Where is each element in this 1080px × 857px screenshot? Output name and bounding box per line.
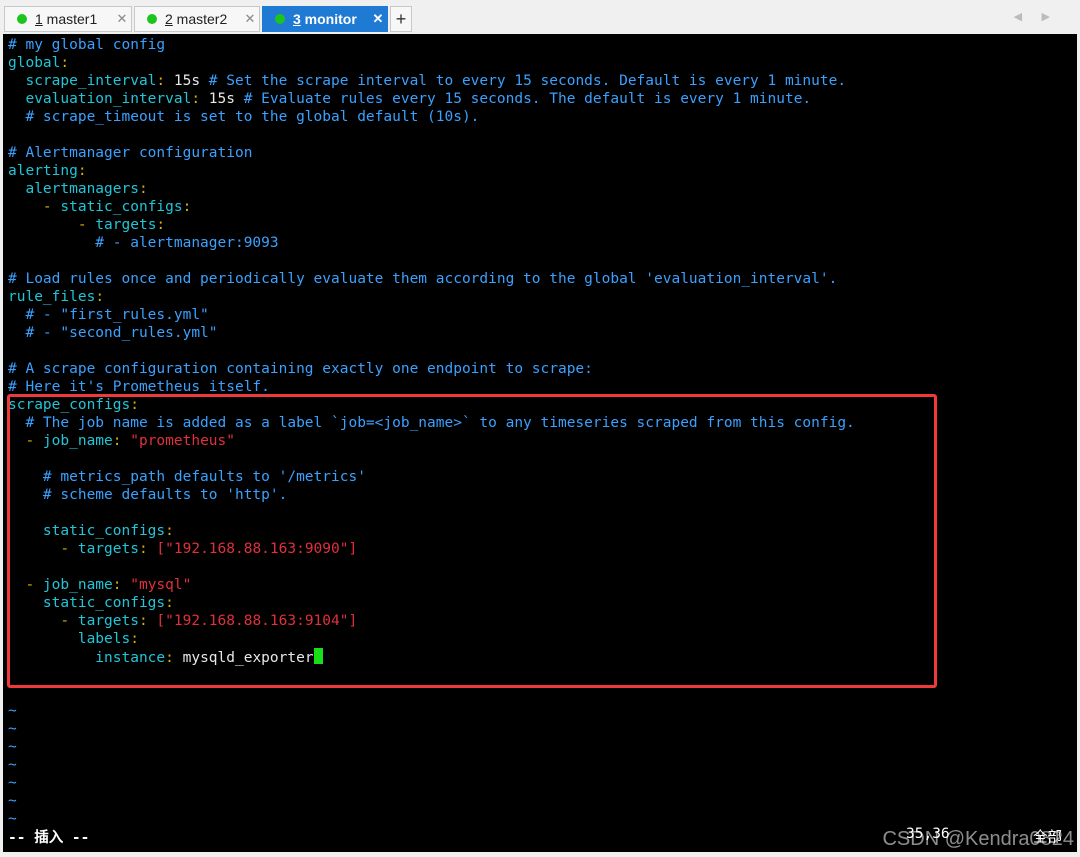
- code-line: # A scrape configuration containing exac…: [8, 361, 593, 377]
- tab-scroll-arrows-icon[interactable]: ◀ ▶: [1014, 10, 1058, 23]
- connected-status-icon: [17, 14, 27, 24]
- code-line: # - "first_rules.yml": [8, 307, 209, 323]
- code-line: # my global config: [8, 37, 166, 53]
- tab-monitor[interactable]: 3 monitor ✕: [262, 6, 388, 32]
- empty-line-tilde: ~: [8, 757, 17, 773]
- code-line: scrape_interval: 15s # Set the scrape in…: [8, 73, 847, 89]
- close-icon[interactable]: ✕: [369, 11, 387, 27]
- code-line: evaluation_interval: 15s # Evaluate rule…: [8, 91, 812, 107]
- code-line: global:: [8, 55, 70, 71]
- empty-line-tilde: ~: [8, 703, 17, 719]
- terminal-screen[interactable]: # my global config global: scrape_interv…: [3, 34, 1077, 852]
- tab-bar: 1 master1 ✕ 2 master2 ✕ 3 monitor ✕ + ◀ …: [0, 0, 1080, 34]
- code-line: # scrape_timeout is set to the global de…: [8, 109, 480, 125]
- tab-label: 2 master2: [165, 11, 228, 27]
- empty-line-tilde: ~: [8, 793, 17, 809]
- code-line: - targets:: [8, 217, 166, 233]
- watermark: CSDN @Kendra0824: [882, 828, 1074, 850]
- empty-line-tilde: ~: [8, 721, 17, 737]
- tab-label: 3 monitor: [293, 11, 357, 27]
- close-icon[interactable]: ✕: [241, 11, 259, 27]
- connected-status-icon: [147, 14, 157, 24]
- tab-master1[interactable]: 1 master1 ✕: [4, 6, 132, 32]
- connected-status-icon: [275, 14, 285, 24]
- code-line: rule_files:: [8, 289, 105, 305]
- code-line: # Alertmanager configuration: [8, 145, 253, 161]
- close-icon[interactable]: ✕: [113, 11, 131, 27]
- empty-line-tilde: ~: [8, 775, 17, 791]
- tab-label: 1 master1: [35, 11, 98, 27]
- code-line: alerting:: [8, 163, 87, 179]
- code-line: # - alertmanager:9093: [8, 235, 279, 251]
- code-line: - static_configs:: [8, 199, 192, 215]
- tab-master2[interactable]: 2 master2 ✕: [134, 6, 260, 32]
- vim-mode-status: -- 插入 --: [8, 830, 90, 846]
- code-line: alertmanagers:: [8, 181, 148, 197]
- empty-line-tilde: ~: [8, 739, 17, 755]
- code-line: # Load rules once and periodically evalu…: [8, 271, 838, 287]
- code-line: # - "second_rules.yml": [8, 325, 218, 341]
- new-tab-button[interactable]: +: [390, 6, 412, 32]
- highlight-box: [7, 394, 937, 688]
